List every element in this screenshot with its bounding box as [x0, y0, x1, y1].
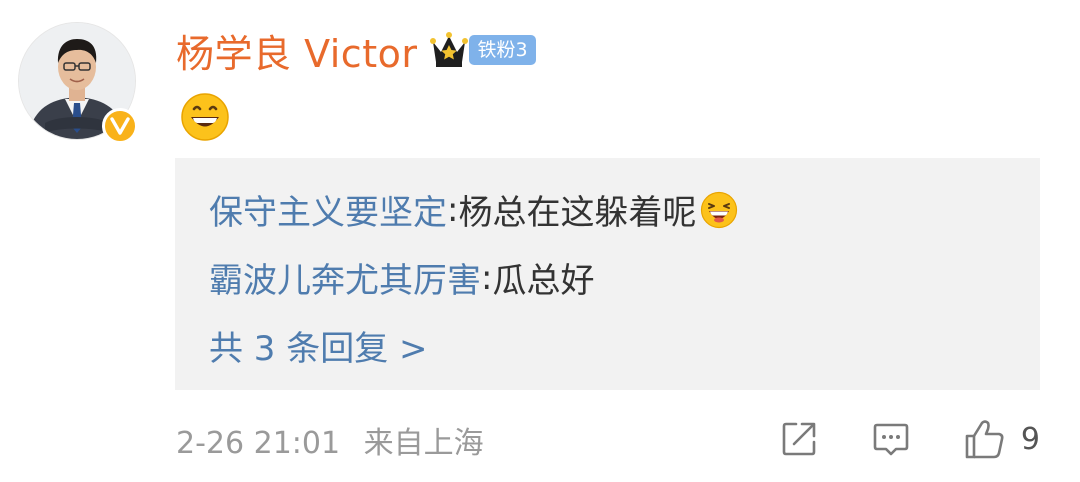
author-name[interactable]: 杨学良 Victor: [176, 23, 417, 78]
verified-v-icon: [102, 108, 138, 144]
grinning-face-emoji: [181, 93, 229, 141]
reply-item[interactable]: 霸波儿奔尤其厉害 : 瓜总好: [209, 253, 594, 302]
reply-author[interactable]: 保守主义要坚定: [209, 185, 447, 234]
comment-icon: [873, 423, 909, 456]
comment-button[interactable]: [871, 419, 911, 459]
more-replies-label[interactable]: 共 3 条回复 >: [209, 321, 428, 370]
comment-actions: 9: [779, 414, 1040, 464]
share-button[interactable]: [779, 419, 819, 459]
comment-meta: 2-26 21:01 来自上海: [176, 418, 484, 462]
reply-text: 杨总在这躲着呢: [458, 193, 697, 233]
crown-icon: [430, 32, 469, 67]
avatar-container[interactable]: [18, 22, 138, 144]
like-button[interactable]: 9: [963, 417, 1040, 461]
like-count: 9: [1020, 421, 1040, 457]
laughing-face-emoji: [701, 191, 738, 228]
reply-separator: :: [447, 189, 459, 230]
reply-author[interactable]: 霸波儿奔尤其厉害: [209, 253, 481, 302]
reply-separator: :: [481, 257, 493, 298]
nested-replies[interactable]: 保守主义要坚定 : 杨总在这躲着呢 霸波儿奔尤其厉害 : 瓜总好 共 3 条回复…: [175, 158, 1040, 390]
comment-card: 杨学良 Victor 铁粉3 保守主义要坚定 : 杨总在这躲着呢 霸波儿奔尤其厉…: [0, 0, 1080, 482]
reply-text: 瓜总好: [492, 261, 595, 301]
comment-header: 杨学良 Victor 铁粉3: [176, 24, 536, 76]
comment-timestamp: 2-26 21:01: [176, 426, 341, 461]
fan-badge[interactable]: 铁粉3: [469, 35, 536, 65]
comment-location: 来自上海: [363, 426, 484, 461]
thumbs-up-icon: [965, 420, 1004, 459]
share-icon: [782, 422, 816, 456]
view-all-replies-link[interactable]: 共 3 条回复 >: [209, 321, 428, 370]
reply-item[interactable]: 保守主义要坚定 : 杨总在这躲着呢: [209, 185, 738, 234]
